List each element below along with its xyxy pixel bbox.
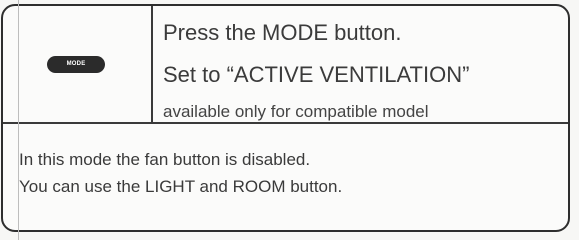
note-light-room: You can use the LIGHT and ROOM button. xyxy=(19,177,343,196)
notes-block: In this mode the fan button is disabled.… xyxy=(19,146,342,200)
instruction-line-set-ventilation: Set to “ACTIVE VENTILATION” xyxy=(163,62,470,87)
mode-button-cell: MODE xyxy=(3,6,153,122)
scan-artifact-line xyxy=(18,0,19,240)
instruction-line-compatibility-note: available only for compatible model xyxy=(163,102,429,121)
instruction-row: MODE Press the MODE button. Set to “ACTI… xyxy=(3,6,568,124)
instruction-card: MODE Press the MODE button. Set to “ACTI… xyxy=(1,4,570,232)
note-fan-disabled: In this mode the fan button is disabled. xyxy=(19,150,311,169)
instruction-line-press-mode: Press the MODE button. xyxy=(163,20,402,45)
mode-button-icon: MODE xyxy=(47,56,105,73)
